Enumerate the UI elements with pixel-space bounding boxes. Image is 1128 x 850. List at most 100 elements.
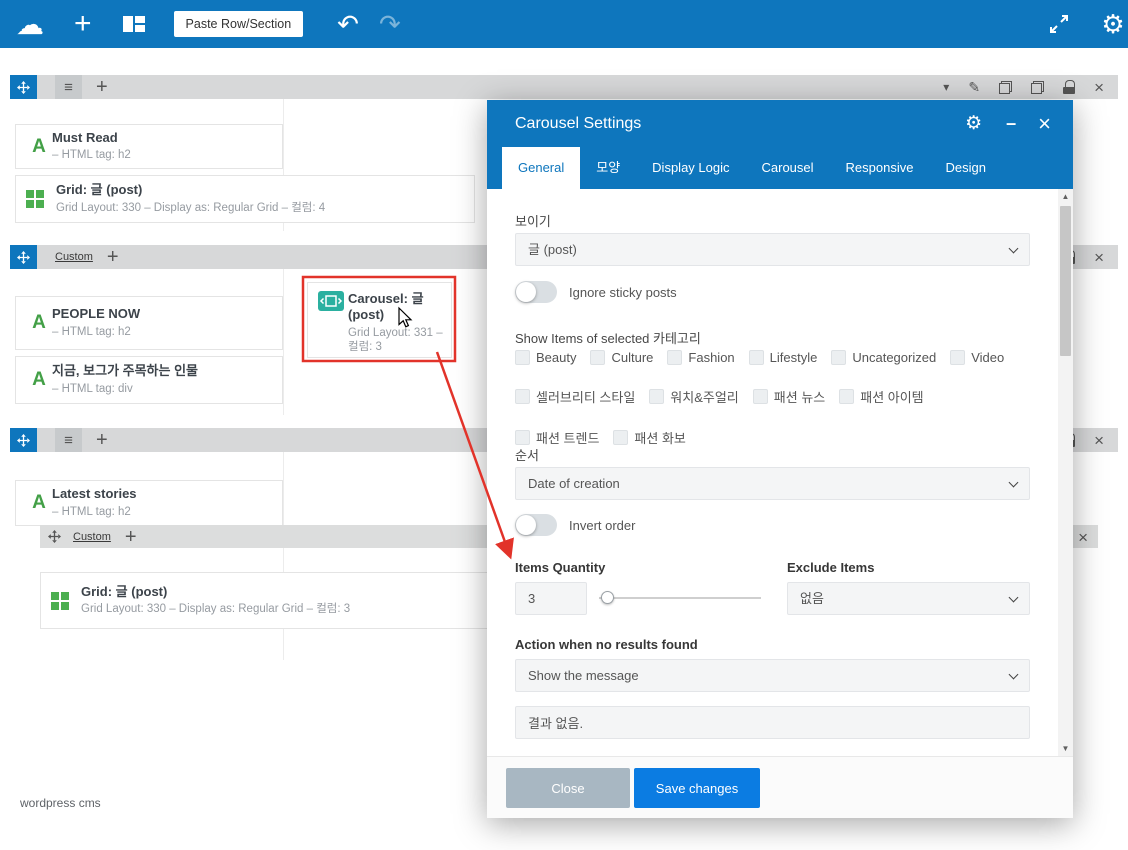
checkbox[interactable] [667,350,683,365]
move-handle-icon[interactable] [10,428,37,452]
category-checkbox-culture[interactable]: Culture [590,350,653,365]
modal-header[interactable]: Carousel Settings ⚙ – × [487,100,1073,147]
post-type-select[interactable]: 글 (post) [515,233,1030,266]
checkbox[interactable] [748,350,764,365]
items-quantity-input[interactable] [515,582,587,615]
cloud-icon[interactable]: ☁ [16,8,44,41]
tab-display-logic[interactable]: Display Logic [636,147,745,189]
add-column-icon[interactable]: + [107,247,119,267]
checkbox[interactable] [649,389,665,404]
delete-row-icon[interactable]: × [1094,249,1104,266]
order-select[interactable]: Date of creation [515,467,1030,500]
text-element-icon: A [32,492,46,513]
move-handle-icon[interactable] [10,245,37,269]
select-value: Date of creation [528,476,620,491]
row-1-header[interactable]: ≡ + ▾ ✎ × [10,75,1118,99]
checkbox[interactable] [590,350,606,365]
duplicate-icon[interactable] [999,80,1013,94]
tab-general[interactable]: General [502,147,581,189]
tab-design[interactable]: Design [929,147,1001,189]
close-icon[interactable]: × [1038,111,1051,137]
checkbox[interactable] [515,430,530,445]
custom-row-label[interactable]: Custom [55,251,93,263]
modal-scrollbar[interactable]: ▲ ▼ [1058,189,1073,756]
row-menu-icon[interactable]: ≡ [55,428,82,452]
caret-down-icon[interactable]: ▾ [943,80,949,94]
ignore-sticky-toggle[interactable] [515,281,557,303]
tab-responsive[interactable]: Responsive [830,147,930,189]
lock-icon[interactable] [1063,80,1076,94]
no-results-message-input[interactable] [515,706,1030,739]
tab-carousel[interactable]: Carousel [746,147,830,189]
wordpress-cms-note: wordpress cms [20,796,101,810]
close-button[interactable]: Close [506,768,630,808]
checkbox[interactable] [515,350,530,365]
minimize-icon[interactable]: – [1006,113,1016,134]
category-checkbox-fashion-news[interactable]: 패션 뉴스 [752,387,825,406]
add-element-icon[interactable]: + [74,9,92,39]
checkbox[interactable] [752,389,768,404]
layout-icon[interactable] [122,15,146,33]
element-subtitle: – HTML tag: h2 [52,325,131,338]
save-changes-button[interactable]: Save changes [634,768,760,808]
slider-track [599,597,761,599]
category-checkbox-watch-jewelry[interactable]: 워치&주얼리 [649,387,739,406]
checkbox[interactable] [839,389,855,404]
fullscreen-icon[interactable] [1048,13,1070,35]
element-carousel[interactable]: Carousel: 글 (post) Grid Layout: 331 – 컬럼… [307,282,452,358]
scroll-down-icon[interactable]: ▼ [1062,741,1070,756]
element-title: Grid: 글 (post) [81,583,168,599]
exclude-items-select[interactable]: 없음 [787,582,1030,615]
move-handle-icon[interactable] [10,75,37,99]
checkbox[interactable] [613,430,629,445]
copy-icon[interactable] [1031,80,1045,94]
undo-icon[interactable]: ↶ [337,9,359,40]
element-latest-stories[interactable]: A Latest stories – HTML tag: h2 [15,480,283,526]
slider-handle[interactable] [601,591,614,604]
category-checkbox-fashion-pictorial[interactable]: 패션 화보 [613,428,686,447]
element-grid-post[interactable]: Grid: 글 (post) Grid Layout: 330 – Displa… [40,572,500,629]
category-checkbox-video[interactable]: Video [950,350,1004,365]
add-column-icon[interactable]: + [96,77,108,97]
checkbox[interactable] [515,389,530,404]
element-subtitle: – HTML tag: h2 [52,149,131,162]
scroll-up-icon[interactable]: ▲ [1062,189,1070,204]
items-quantity-slider[interactable] [599,590,761,606]
element-grid-post[interactable]: Grid: 글 (post) Grid Layout: 330 – Displa… [15,175,475,223]
modal-tabs: General 모양 Display Logic Carousel Respon… [487,147,1073,189]
category-checkbox-fashion-item[interactable]: 패션 아이템 [839,387,924,406]
redo-icon[interactable]: ↷ [379,9,401,40]
element-title: 지금, 보그가 주목하는 인물 [52,363,199,379]
scrollbar-thumb[interactable] [1060,206,1071,356]
delete-row-icon[interactable]: × [1094,432,1104,449]
row-menu-icon[interactable]: ≡ [55,75,82,99]
element-people-now[interactable]: A PEOPLE NOW – HTML tag: h2 [15,296,283,350]
checkbox[interactable] [831,350,847,365]
items-quantity-label: Items Quantity [515,560,606,575]
checkbox[interactable] [950,350,966,365]
category-checkbox-fashion[interactable]: Fashion [667,350,735,365]
custom-row-label[interactable]: Custom [73,531,111,543]
modal-gear-icon[interactable]: ⚙ [965,112,982,135]
delete-row-icon[interactable]: × [1078,529,1088,546]
category-checkbox-lifestyle[interactable]: Lifestyle [748,350,817,365]
move-handle-icon[interactable] [48,530,61,543]
modal-body: 보이기 글 (post) Ignore sticky posts Show It… [487,189,1073,756]
element-must-read[interactable]: A Must Read – HTML tag: h2 [15,124,283,169]
tab-style[interactable]: 모양 [580,147,636,189]
select-value: 없음 [800,591,824,606]
delete-row-icon[interactable]: × [1094,79,1104,96]
add-column-icon[interactable]: + [125,527,137,547]
toggle-knob [516,282,536,302]
no-results-action-select[interactable]: Show the message [515,659,1030,692]
category-checkbox-celebrity-style[interactable]: 셀러브리티 스타일 [515,387,635,406]
paste-row-section-button[interactable]: Paste Row/Section [173,11,304,37]
category-checkbox-beauty[interactable]: Beauty [515,350,576,365]
invert-order-toggle[interactable] [515,514,557,536]
element-title: Must Read [52,129,118,145]
element-heading-kr[interactable]: A 지금, 보그가 주목하는 인물 – HTML tag: div [15,356,283,404]
category-checkbox-uncategorized[interactable]: Uncategorized [831,350,936,365]
edit-pencil-icon[interactable]: ✎ [968,79,980,96]
add-column-icon[interactable]: + [96,430,108,450]
settings-gear-icon[interactable]: ⚙ [1098,9,1128,40]
